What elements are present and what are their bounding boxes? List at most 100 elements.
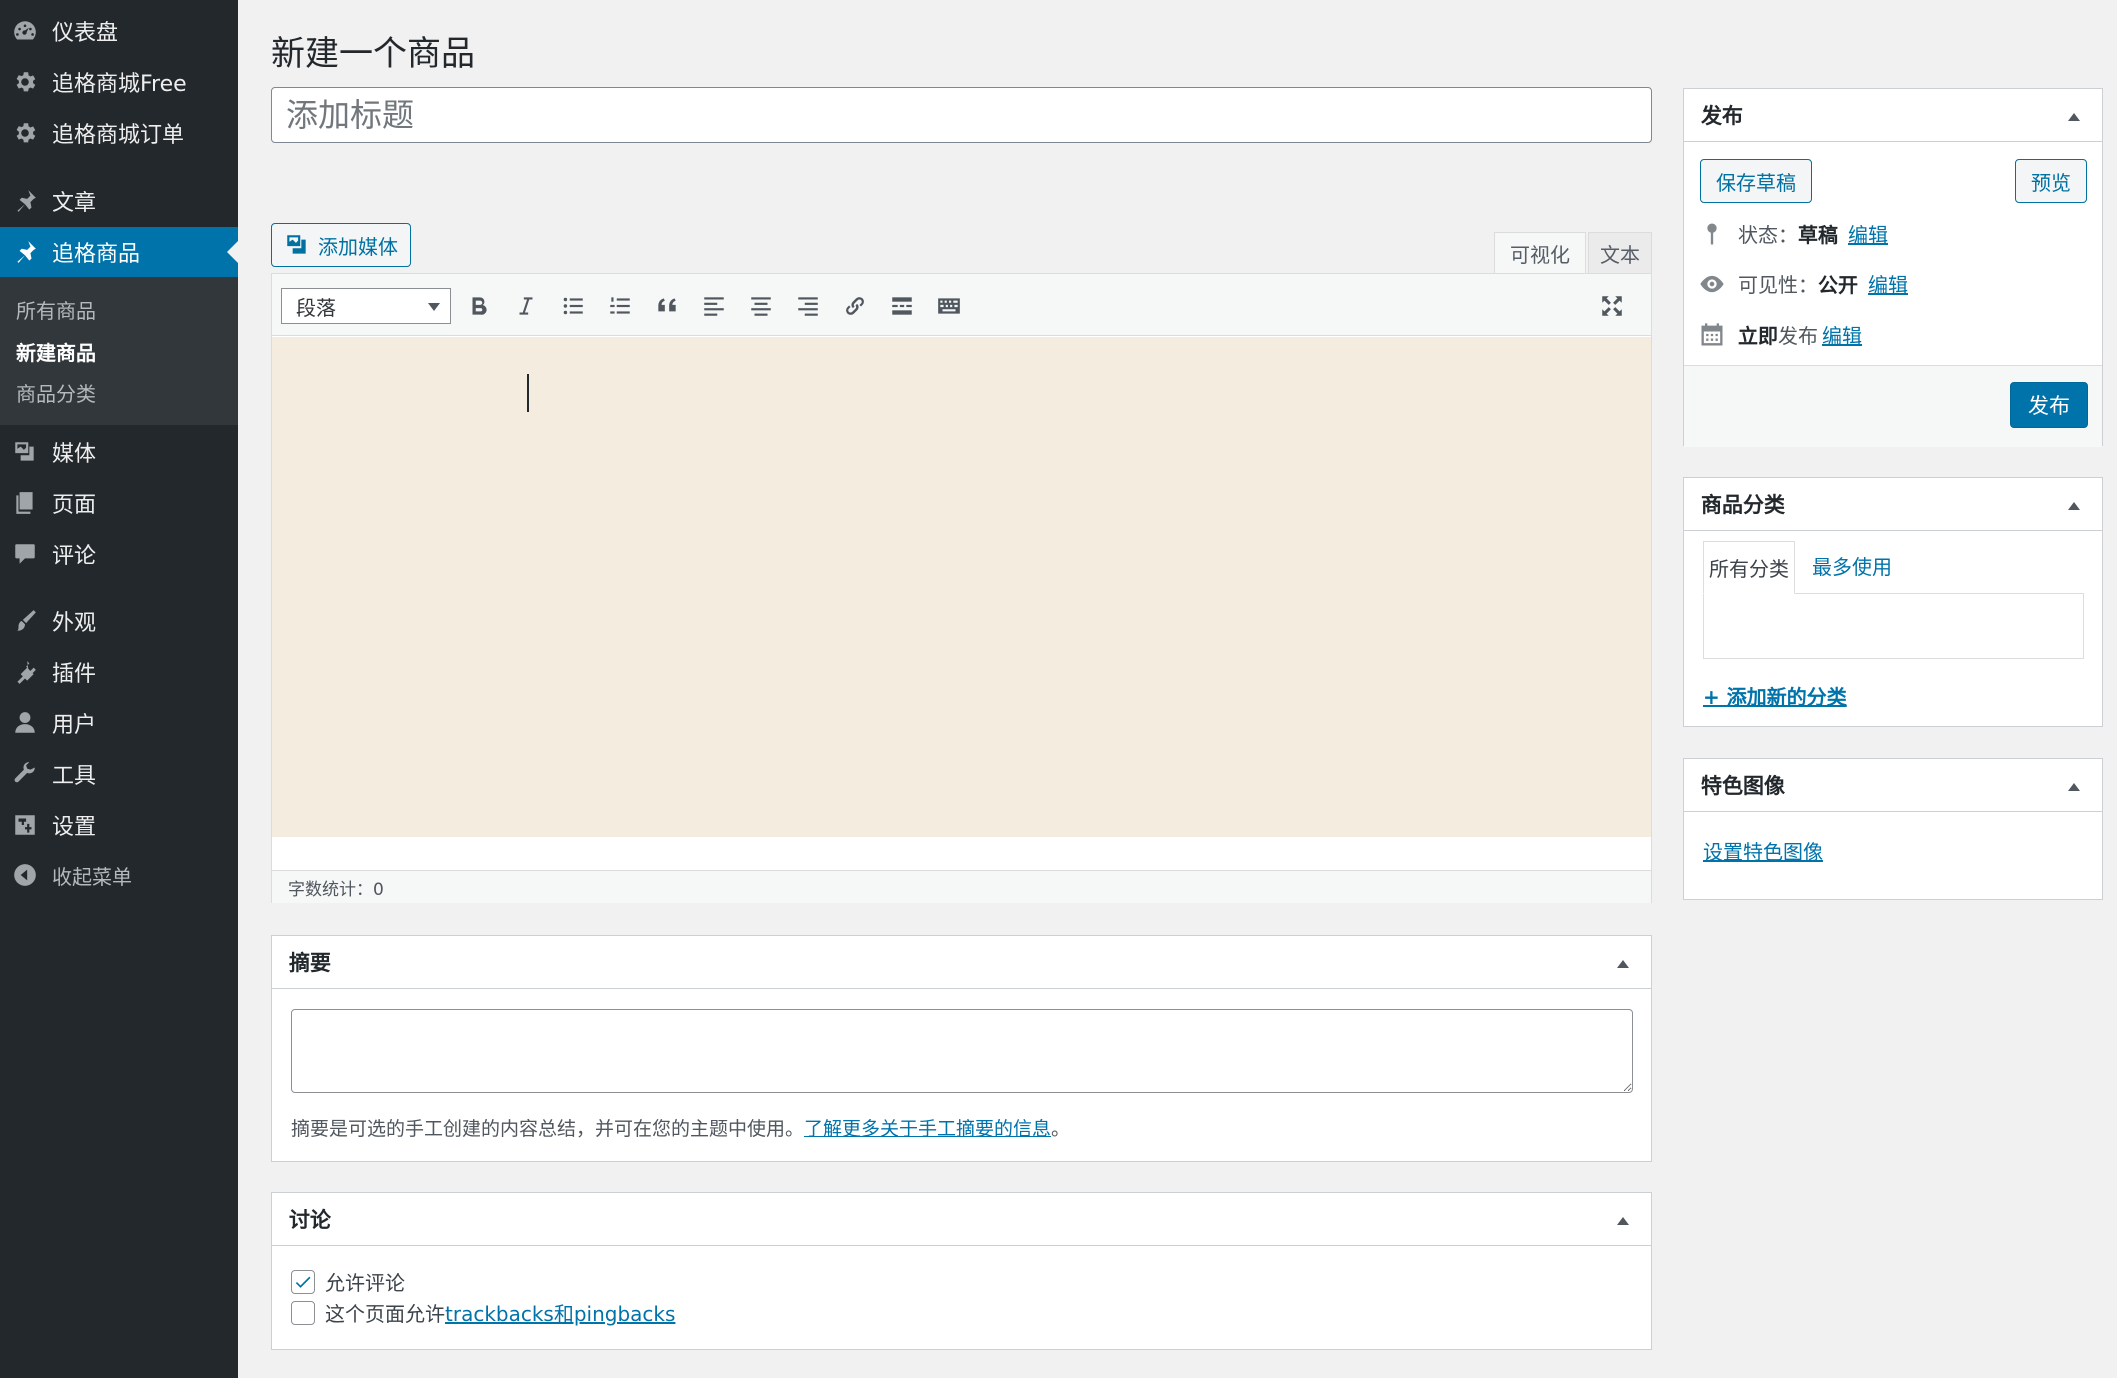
menu-settings[interactable]: 设置 [0,800,238,850]
submenu-all-products[interactable]: 所有商品 [16,295,96,324]
read-more-button[interactable] [885,289,919,323]
menu-label: 外观 [52,611,97,636]
excerpt-header[interactable]: 摘要 [272,936,1651,989]
excerpt-title: 摘要 [289,951,331,975]
tab-visual[interactable]: 可视化 [1494,232,1586,274]
discussion-box: 讨论 允许评论 这个页面允许 trackbacks和pingbacks [271,1192,1652,1350]
tab-text[interactable]: 文本 [1588,232,1652,274]
user-icon [12,710,38,736]
settings-icon [12,812,38,838]
menu-zhuige-shop-free[interactable]: 追格商城Free [0,57,238,107]
trackbacks-link[interactable]: trackbacks和pingbacks [445,1298,675,1327]
menu-zhuige-products[interactable]: 追格商品 [0,227,238,277]
menu-pages[interactable]: 页面 [0,478,238,528]
featured-image-title: 特色图像 [1701,774,1785,798]
comment-icon [12,541,38,567]
collapse-icon [12,862,38,888]
admin-sidebar: 仪表盘 追格商城Free 追格商城订单 文章 追格商品 所有商品 新建商品 商品… [0,0,238,1378]
visibility-row: 可见性： 公开 编辑 [1698,269,1908,298]
menu-media[interactable]: 媒体 [0,427,238,477]
insert-link-button[interactable] [838,289,872,323]
editor-toolbar: 段落 [272,274,1651,336]
allow-comments-row: 允许评论 [291,1267,405,1296]
menu-collapse[interactable]: 收起菜单 [0,850,238,900]
allow-pings-checkbox[interactable] [291,1300,315,1325]
align-center-button[interactable] [744,289,778,323]
menu-appearance[interactable]: 外观 [0,596,238,646]
menu-label: 追格商品 [52,242,141,267]
brush-icon [12,608,38,634]
editor-content-area[interactable] [272,337,1651,837]
save-draft-button[interactable]: 保存草稿 [1700,159,1812,203]
bold-icon [472,297,487,315]
collapse-arrow-icon[interactable] [2068,502,2080,510]
submenu-product-categories[interactable]: 商品分类 [16,378,96,407]
page-icon [12,490,38,516]
publish-actions: 发布 [1684,365,2102,447]
menu-dashboard[interactable]: 仪表盘 [0,6,238,56]
collapse-arrow-icon[interactable] [2068,783,2080,791]
menu-label: 评论 [52,544,97,569]
add-media-label: 添加媒体 [318,234,398,259]
gear-icon [12,69,38,95]
publish-header[interactable]: 发布 [1684,89,2102,142]
menu-tools[interactable]: 工具 [0,749,238,799]
align-right-button[interactable] [791,289,825,323]
menu-comments[interactable]: 评论 [0,529,238,579]
menu-label: 插件 [52,662,97,687]
add-new-category-link[interactable]: + 添加新的分类 [1703,681,1847,710]
publish-button[interactable]: 发布 [2010,382,2088,428]
menu-users[interactable]: 用户 [0,698,238,748]
menu-label: 追格商城订单 [52,123,185,148]
visibility-value: 公开 [1818,273,1858,297]
italic-button[interactable] [509,289,543,323]
format-select[interactable]: 段落 [281,288,451,324]
featured-image-header[interactable]: 特色图像 [1684,759,2102,812]
blockquote-button[interactable] [650,289,684,323]
excerpt-textarea[interactable] [291,1009,1633,1093]
read-more-icon [892,297,912,315]
schedule-edit-link[interactable]: 编辑 [1822,320,1862,349]
collapse-arrow-icon[interactable] [2068,113,2080,121]
menu-zhuige-shop-orders[interactable]: 追格商城订单 [0,108,238,158]
align-left-button[interactable] [697,289,731,323]
checkmark-icon [295,1276,311,1288]
add-media-button[interactable]: 添加媒体 [271,223,411,267]
pin-icon [12,188,38,214]
calendar-icon [1701,322,1723,345]
content-editor: 段落 字数统计：0 [271,273,1652,903]
visibility-edit-link[interactable]: 编辑 [1868,269,1908,298]
status-edit-link[interactable]: 编辑 [1848,219,1888,248]
collapse-arrow-icon[interactable] [1617,1217,1629,1225]
tab-all-categories[interactable]: 所有分类 [1703,541,1795,594]
visibility-label: 可见性： [1738,273,1818,297]
allow-comments-checkbox[interactable] [291,1269,315,1294]
fullscreen-button[interactable] [1595,289,1629,323]
bullet-list-icon [563,297,583,315]
category-list-panel [1703,593,2084,659]
tab-most-used[interactable]: 最多使用 [1812,551,1892,580]
discussion-header[interactable]: 讨论 [272,1193,1651,1246]
collapse-arrow-icon[interactable] [1617,960,1629,968]
media-icon [12,439,38,465]
category-header[interactable]: 商品分类 [1684,478,2102,531]
set-featured-image-link[interactable]: 设置特色图像 [1703,836,1823,865]
post-title-input[interactable] [271,87,1652,143]
bullet-list-button[interactable] [556,289,590,323]
excerpt-learn-more-link[interactable]: 了解更多关于手工摘要的信息 [804,1118,1051,1140]
pin-icon [12,239,38,265]
gear-icon [12,120,38,146]
eye-icon [1700,275,1724,292]
submenu-new-product[interactable]: 新建商品 [16,337,96,366]
menu-posts[interactable]: 文章 [0,176,238,226]
toolbar-toggle-button[interactable] [932,289,966,323]
bold-button[interactable] [462,289,496,323]
menu-label: 媒体 [52,442,97,467]
align-center-icon [751,297,771,316]
discussion-title: 讨论 [289,1208,331,1232]
excerpt-help-text: 摘要是可选的手工创建的内容总结，并可在您的主题中使用。 [291,1118,805,1140]
preview-button[interactable]: 预览 [2015,159,2087,203]
menu-plugins[interactable]: 插件 [0,647,238,697]
numbered-list-button[interactable] [603,289,637,323]
media-icon [287,235,306,254]
